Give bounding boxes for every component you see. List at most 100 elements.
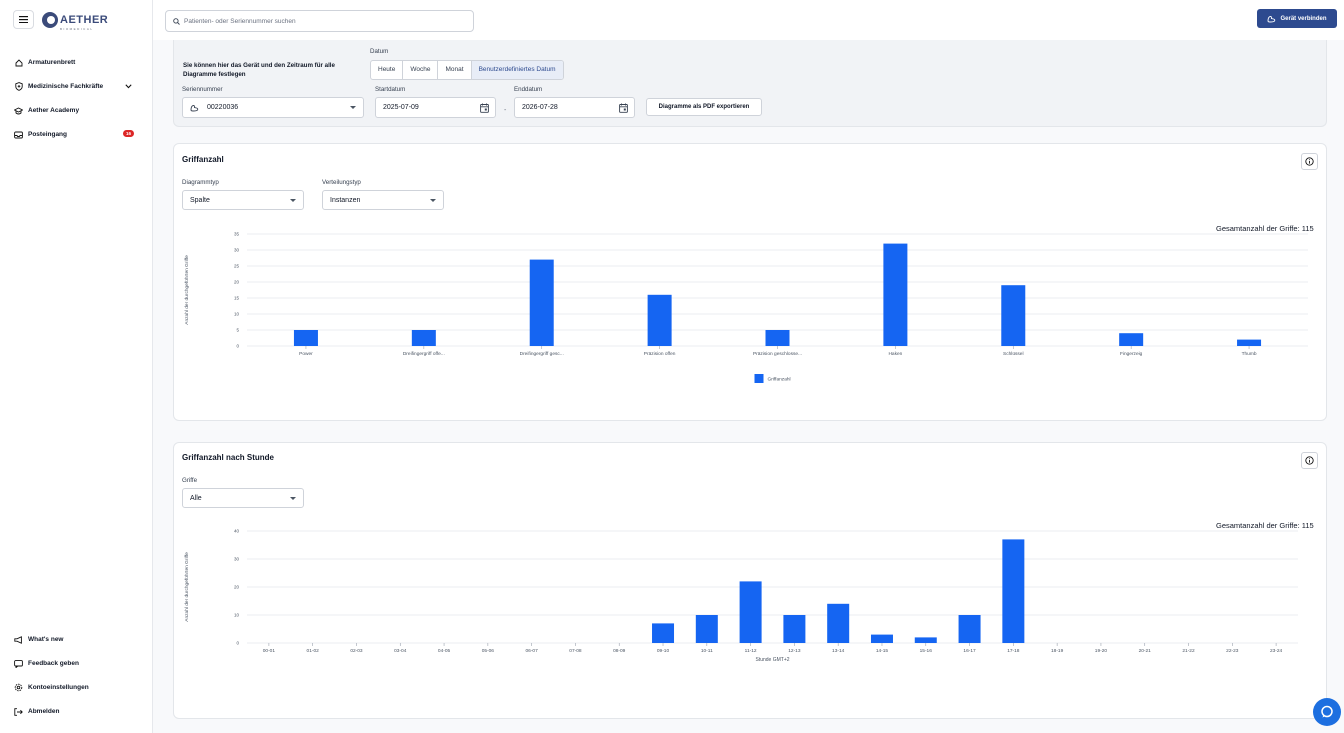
megaphone-icon [14, 635, 23, 644]
info-icon [1305, 157, 1314, 166]
bar [1119, 333, 1144, 346]
y-tick-label: 0 [236, 641, 239, 646]
sidebar-item-academy[interactable]: Aether Academy [14, 106, 79, 115]
serial-select[interactable]: 00220036 [182, 97, 364, 118]
x-tick-label: 01-02 [307, 648, 320, 654]
x-tick-label: 11-12 [745, 648, 757, 654]
chart-type-select[interactable]: Spalte [182, 190, 304, 210]
bar [1002, 539, 1025, 643]
sidebar-item-label: What's new [28, 636, 64, 643]
range-week-button[interactable]: Woche [403, 61, 439, 79]
serial-value: 00220036 [207, 104, 239, 111]
sidebar-item-inbox[interactable]: Posteingang [14, 130, 67, 139]
x-tick-label: 19-20 [1095, 648, 1108, 654]
range-custom-button[interactable]: Benutzerdefiniertes Datum [471, 61, 563, 79]
x-tick-label: 22-23 [1226, 648, 1239, 654]
sidebar-item-clinicians[interactable]: Medizinische Fachkräfte [14, 82, 103, 91]
chevron-down-icon[interactable] [125, 84, 132, 89]
grip-count-chart: 0 5 10 15 20 25 30 35 Power Dreifingergriff offe.… [184, 232, 1308, 383]
y-axis-label: Anzahl der durchgeführten Griffe [184, 552, 190, 622]
hand-device-icon [1268, 15, 1276, 22]
bar [783, 615, 806, 643]
logo[interactable]: AETHER [42, 12, 108, 28]
chart-type-value: Spalte [190, 196, 210, 204]
sidebar-item-dashboard[interactable]: Armaturenbrett [14, 58, 75, 67]
sidebar-item-label: Posteingang [28, 131, 68, 138]
sidebar-item-label: Aether Academy [28, 107, 80, 114]
bar [765, 330, 790, 346]
range-today-button[interactable]: Heute [371, 61, 404, 79]
serial-label: Seriennummer [182, 86, 223, 93]
sidebar: AETHER BIOMEDICAL Armaturenbrett Medizin… [0, 0, 153, 733]
bar [870, 634, 893, 643]
x-tick-label: 13-14 [832, 648, 845, 654]
y-tick-label: 10 [234, 613, 240, 618]
date-range-toggle: Heute Woche Monat Benutzerdefiniertes Da… [370, 60, 564, 80]
x-tick-label: 21-22 [1182, 648, 1195, 654]
calendar-icon[interactable] [480, 103, 489, 113]
bar [827, 603, 850, 643]
export-pdf-button[interactable]: Diagramme als PDF exportieren [646, 98, 762, 116]
date-label: Datum [370, 48, 389, 55]
grips-filter-select[interactable]: Alle [182, 488, 304, 508]
support-chat-button[interactable] [1313, 698, 1341, 726]
x-tick-label: 12-13 [788, 648, 801, 654]
sidebar-item-feedback[interactable]: Feedback geben [14, 659, 79, 668]
distribution-type-select[interactable]: Instanzen [322, 190, 444, 210]
x-tick-label: 15-16 [920, 648, 933, 654]
bar [411, 330, 436, 346]
x-tick-label: 14-15 [876, 648, 889, 654]
logout-icon [14, 707, 23, 716]
card-title: Griffanzahl [182, 155, 224, 164]
x-tick-label: Fingerzeig [1120, 351, 1143, 357]
x-tick-label: Thumb [1242, 351, 1257, 357]
bar [695, 615, 718, 643]
chat-icon [1321, 705, 1333, 718]
y-tick-label: 35 [234, 232, 240, 237]
chevron-down-icon [430, 199, 436, 202]
hand-device-icon [190, 104, 199, 111]
search-placeholder: Patienten- oder Seriennummer suchen [184, 17, 296, 25]
sidebar-item-whats-new[interactable]: What's new [14, 635, 64, 644]
range-month-button[interactable]: Monat [438, 61, 472, 79]
x-tick-label: Präzision geschlosse... [753, 351, 802, 357]
sidebar-item-label: Medizinische Fachkräfte [28, 83, 104, 90]
filter-panel: Sie können hier das Gerät und den Zeitra… [173, 40, 1327, 127]
x-tick-label: 18-19 [1051, 648, 1064, 654]
calendar-icon[interactable] [619, 103, 628, 113]
bar [958, 615, 981, 643]
x-tick-label: Dreifingergriff offe... [403, 351, 445, 357]
logo-text: AETHER [60, 13, 109, 26]
inbox-count-badge: 16 [123, 130, 134, 137]
connect-device-button[interactable]: Gerät verbinden [1257, 9, 1337, 28]
search-input[interactable]: Patienten- oder Seriennummer suchen [165, 10, 474, 32]
sidebar-item-label: Kontoeinstellungen [28, 684, 89, 691]
x-tick-label: Präzision offen [644, 351, 676, 357]
distribution-type-value: Instanzen [330, 196, 361, 204]
end-date-field[interactable]: 2026-07-28 [514, 97, 635, 118]
info-button[interactable] [1301, 153, 1318, 170]
info-button[interactable] [1301, 452, 1318, 469]
graduation-cap-icon [14, 106, 23, 115]
end-date-label: Enddatum [514, 86, 543, 93]
bar [739, 581, 762, 643]
menu-toggle-button[interactable] [13, 10, 34, 29]
y-tick-label: 25 [234, 264, 240, 269]
filter-hint: Sie können hier das Gerät und den Zeitra… [183, 62, 335, 78]
search-icon [173, 17, 180, 25]
distribution-type-label: Verteilungstyp [322, 179, 361, 186]
x-tick-label: 07-08 [569, 648, 582, 654]
x-tick-label: Power [299, 351, 313, 357]
grip-count-by-hour-chart: 0 10 20 30 40 00-01 01-02 02-03 03-04 04-05 05-06 0… [184, 529, 1298, 663]
y-tick-label: 0 [236, 344, 239, 349]
logo-mark-icon [42, 12, 58, 28]
start-date-field[interactable]: 2025-07-09 [375, 97, 496, 118]
sidebar-item-account-settings[interactable]: Kontoeinstellungen [14, 683, 89, 692]
x-tick-label: Dreifingergriff gesc... [520, 351, 564, 357]
date-separator: - [504, 107, 507, 114]
x-tick-label: 17-18 [1007, 648, 1020, 654]
legend-swatch [754, 374, 764, 383]
sidebar-item-logout[interactable]: Abmelden [14, 707, 59, 716]
y-tick-label: 30 [234, 557, 240, 562]
bar [1001, 285, 1026, 346]
